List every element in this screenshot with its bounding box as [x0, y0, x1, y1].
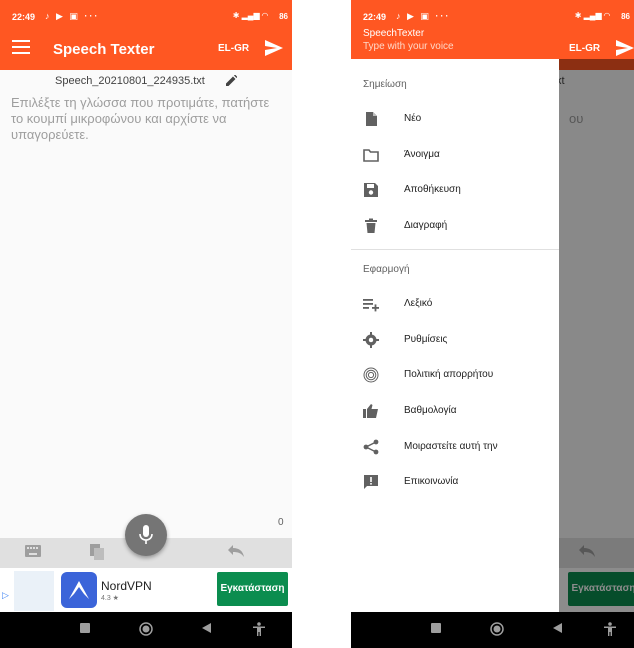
- drawer-item-label: Βαθμολογία: [404, 405, 457, 416]
- status-bar: 22:49 ♪ ▶ ▣ ··· ✱ ▂▄▆ ◠ 86: [351, 0, 634, 28]
- drawer-item-label: Ρυθμίσεις: [404, 334, 448, 345]
- drawer-item-label: Διαγραφή: [404, 220, 448, 231]
- drawer-item-contact[interactable]: Επικοινωνία: [351, 467, 559, 497]
- drawer-item-label: Πολιτική απορρήτου: [404, 369, 494, 380]
- battery-level: 86: [279, 12, 288, 21]
- delete-icon: [365, 218, 377, 233]
- system-nav-bar: [0, 612, 292, 648]
- app-bar: Speech Texter EL-GR: [0, 28, 292, 70]
- drawer-item-label: Λεξικό: [404, 298, 433, 309]
- text-editor[interactable]: Επιλέξτε τη γλώσσα που προτιμάτε, πατήστ…: [11, 95, 281, 143]
- edit-pencil-icon[interactable]: [226, 75, 237, 86]
- drawer-item-privacy[interactable]: Πολιτική απορρήτου: [351, 360, 559, 390]
- keyboard-icon[interactable]: [25, 545, 41, 557]
- send-icon[interactable]: [265, 40, 283, 56]
- language-selector[interactable]: EL-GR: [218, 43, 249, 54]
- microphone-icon: [139, 525, 153, 544]
- microphone-button[interactable]: [125, 514, 167, 556]
- accessibility-icon[interactable]: [604, 622, 616, 636]
- section-app-heading: Εφαρμογή: [363, 264, 410, 275]
- nordvpn-logo-icon: [61, 572, 97, 608]
- playlist-add-icon: [363, 299, 379, 312]
- ad-screenshot: [14, 571, 54, 611]
- undo-icon[interactable]: [228, 545, 244, 557]
- drawer-item-label: Αποθήκευση: [404, 184, 461, 195]
- drawer-divider: [351, 249, 559, 250]
- gear-icon: [363, 332, 379, 348]
- file-name[interactable]: Speech_20210801_224935.txt: [55, 75, 205, 87]
- drawer-item-dictionary[interactable]: Λεξικό: [351, 289, 559, 319]
- feedback-icon: [364, 475, 378, 489]
- back-icon[interactable]: [202, 623, 211, 633]
- section-note-heading: Σημείωση: [363, 79, 407, 90]
- recents-icon[interactable]: [80, 623, 90, 633]
- ad-choices-icon[interactable]: ▷: [2, 590, 9, 601]
- drawer-item-delete[interactable]: Διαγραφή: [351, 211, 559, 241]
- drawer-screen: 22:49 ♪ ▶ ▣ ··· ✱ ▂▄▆ ◠ 86 EL-GR xt ου Ε…: [351, 0, 634, 648]
- signal-wifi-icon: ✱ ▂▄▆ ◠: [574, 11, 610, 20]
- drawer-title: SpeechTexter: [363, 28, 425, 39]
- notification-icons: ♪ ▶ ▣ ···: [396, 11, 451, 21]
- status-time: 22:49: [363, 12, 387, 22]
- battery-level: 86: [621, 12, 630, 21]
- drawer-item-open[interactable]: Άνοιγμα: [351, 140, 559, 170]
- ad-banner[interactable]: ▷ NordVPN 4.3 ★ Εγκατάσταση: [0, 568, 292, 612]
- drawer-item-label: Επικοινωνία: [404, 476, 459, 487]
- system-nav-bar: [351, 612, 634, 648]
- share-icon: [363, 439, 379, 455]
- drawer-item-share[interactable]: Μοιραστείτε αυτή την: [351, 432, 559, 462]
- home-icon[interactable]: [139, 622, 153, 636]
- signal-wifi-icon: ✱ ▂▄▆ ◠: [232, 11, 268, 20]
- drawer-subtitle: Type with your voice: [363, 41, 454, 52]
- ad-app-name: NordVPN: [101, 579, 152, 593]
- drawer-item-label: Νέο: [404, 113, 422, 124]
- ad-rating: 4.3 ★: [101, 595, 119, 602]
- status-time: 22:49: [12, 12, 36, 22]
- character-count: 0: [278, 517, 284, 528]
- home-icon[interactable]: [490, 622, 504, 636]
- fingerprint-icon: [363, 367, 379, 383]
- navigation-drawer: SpeechTexter Type with your voice Σημείω…: [351, 28, 559, 612]
- copy-icon[interactable]: [90, 544, 105, 560]
- drawer-item-new[interactable]: Νέο: [351, 104, 559, 134]
- ad-install-button[interactable]: Εγκατάσταση: [217, 572, 288, 606]
- thumb-up-icon: [363, 404, 378, 418]
- recents-icon[interactable]: [431, 623, 441, 633]
- send-icon[interactable]: [616, 40, 634, 56]
- notification-icons: ♪ ▶ ▣ ···: [45, 11, 100, 21]
- drawer-item-label: Άνοιγμα: [404, 149, 440, 160]
- language-selector[interactable]: EL-GR: [569, 43, 600, 54]
- app-title: Speech Texter: [53, 41, 155, 58]
- back-icon[interactable]: [553, 623, 562, 633]
- save-icon: [364, 183, 378, 197]
- main-screen: 22:49 ♪ ▶ ▣ ··· ✱ ▂▄▆ ◠ 86 Speech Texter…: [0, 0, 292, 648]
- status-bar: 22:49 ♪ ▶ ▣ ··· ✱ ▂▄▆ ◠ 86: [0, 0, 292, 28]
- drawer-item-settings[interactable]: Ρυθμίσεις: [351, 325, 559, 355]
- accessibility-icon[interactable]: [253, 622, 265, 636]
- drawer-item-save[interactable]: Αποθήκευση: [351, 175, 559, 205]
- folder-icon: [363, 149, 379, 162]
- drawer-item-rate[interactable]: Βαθμολογία: [351, 396, 559, 426]
- new-note-icon: [366, 112, 377, 126]
- drawer-item-label: Μοιραστείτε αυτή την: [404, 441, 498, 452]
- hamburger-menu-icon[interactable]: [12, 40, 30, 54]
- drawer-header: SpeechTexter Type with your voice: [351, 28, 559, 59]
